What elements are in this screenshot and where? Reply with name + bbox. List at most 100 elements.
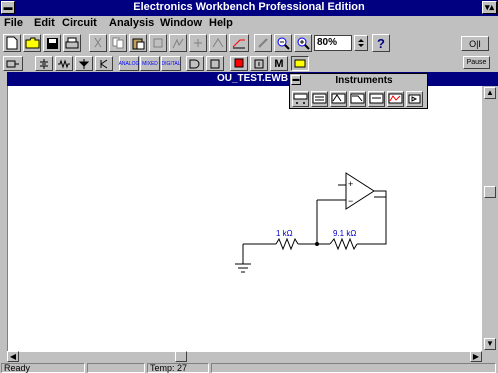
opamp-output-wire [374, 190, 387, 197]
probe-icon [258, 38, 268, 48]
resistor-r1 [275, 237, 299, 251]
sources-bin-button[interactable] [35, 56, 53, 71]
main-toolbar: 80% ? O|I [0, 30, 498, 56]
resistor-icon [58, 58, 70, 69]
menu-window[interactable]: Window [160, 17, 202, 29]
new-file-button[interactable] [3, 34, 21, 52]
rotate-button[interactable] [189, 34, 207, 52]
zoom-out-button[interactable] [274, 34, 292, 52]
indicator-icon [234, 58, 244, 67]
custom-parts-button[interactable] [3, 56, 23, 71]
logic-converter-icon [408, 94, 421, 104]
menu-edit[interactable]: Edit [34, 17, 55, 29]
menu-help[interactable]: Help [209, 17, 233, 29]
mixed-ics-label: MIXED [142, 60, 158, 67]
instruments-palette-title: Instruments [335, 75, 393, 86]
menu-analysis[interactable]: Analysis [109, 17, 154, 29]
graph-icon [172, 38, 184, 49]
new-file-icon [6, 36, 18, 50]
junction-node [315, 242, 319, 246]
oscilloscope-instrument-button[interactable] [330, 91, 347, 107]
word-generator-instrument-button[interactable] [368, 91, 385, 107]
zoom-in-icon [297, 37, 310, 50]
scroll-left-arrow-icon[interactable]: ◀ [7, 351, 19, 362]
transistors-bin-button[interactable] [95, 56, 113, 71]
zoom-level-field[interactable]: 80% [314, 35, 352, 51]
function-generator-instrument-button[interactable] [311, 91, 328, 107]
word-generator-icon [369, 93, 384, 104]
resistor-r1-label: 1 kΩ [276, 229, 293, 238]
temperature-readout: Temp: 27 [147, 363, 209, 373]
function-generator-icon [312, 93, 327, 104]
status-text: Ready [1, 363, 85, 373]
multimeter-icon [293, 93, 308, 104]
scroll-right-arrow-icon[interactable]: ▶ [470, 351, 482, 362]
component-properties-button[interactable] [254, 34, 272, 52]
print-button[interactable] [63, 34, 81, 52]
copy-button[interactable] [109, 34, 127, 52]
pause-button[interactable]: Pause [463, 56, 490, 69]
flip-flop-icon [210, 59, 220, 68]
scissors-icon [94, 37, 102, 48]
transistor-icon [100, 59, 108, 68]
controls-bin-button[interactable] [250, 56, 268, 71]
cut-button[interactable] [89, 34, 107, 52]
indicators-bin-button[interactable] [230, 56, 248, 71]
feedback-wire [357, 196, 387, 245]
digital-bin-button[interactable] [206, 56, 224, 71]
status-bar: Ready Temp: 27 [0, 362, 498, 373]
mixed-ics-bin-button[interactable]: MIXED [140, 56, 160, 71]
logic-analyzer-instrument-button[interactable] [387, 91, 404, 107]
digital-ics-bin-button[interactable]: DIGITAL [161, 56, 181, 71]
analog-ics-bin-button[interactable]: ANALOG [119, 56, 139, 71]
logic-gate-icon [189, 59, 200, 68]
logic-gates-bin-button[interactable] [186, 56, 204, 71]
help-button[interactable]: ? [372, 34, 390, 52]
save-button[interactable] [43, 34, 61, 52]
horizontal-scrollbar[interactable]: ◀ ▶ [7, 351, 482, 362]
zoom-out-icon [277, 37, 290, 50]
scroll-up-arrow-icon[interactable]: ▲ [484, 87, 496, 99]
logic-converter-instrument-button[interactable] [406, 91, 423, 107]
paste-button[interactable] [129, 34, 147, 52]
scroll-down-arrow-icon[interactable]: ▼ [484, 338, 496, 350]
battery-icon [40, 58, 48, 69]
analog-ics-label: ANALOG [118, 60, 140, 67]
diodes-bin-button[interactable] [75, 56, 93, 71]
logic-analyzer-icon [388, 93, 403, 104]
power-switch-button[interactable]: O|I [461, 36, 489, 51]
opamp-plus-sign: + [348, 179, 353, 189]
bode-plotter-instrument-button[interactable] [349, 91, 366, 107]
zoom-in-button[interactable] [294, 34, 312, 52]
floppy-disk-icon [46, 37, 58, 49]
flip-vertical-button[interactable] [229, 34, 249, 52]
folder-icon [25, 37, 39, 49]
circuit-canvas[interactable]: + − 1 kΩ 9.1 kΩ [7, 86, 482, 352]
copy-icon [112, 37, 124, 49]
menu-file[interactable]: File [4, 17, 23, 29]
minimize-maximize-icon[interactable]: ▾▴ [482, 1, 497, 14]
instruments-bin-button[interactable] [291, 56, 309, 71]
zoom-dropdown-button[interactable] [354, 35, 368, 51]
status-message-field [211, 363, 496, 373]
instruments-icon [294, 59, 306, 67]
parts-bin-toolbar: ANALOG MIXED DIGITAL M Pause [0, 56, 498, 72]
menu-circuit[interactable]: Circuit [62, 17, 97, 29]
multimeter-instrument-button[interactable] [292, 91, 309, 107]
custom-parts-icon [6, 60, 19, 67]
miscellaneous-bin-button[interactable]: M [270, 56, 288, 71]
vertical-scrollbar[interactable]: ▲ ▼ [482, 86, 498, 352]
flip-horizontal-button[interactable] [209, 34, 227, 52]
flip-vertical-icon [232, 39, 245, 49]
open-file-button[interactable] [23, 34, 41, 52]
vertical-scroll-thumb[interactable] [484, 186, 496, 198]
palette-system-menu-icon[interactable]: ▬ [291, 75, 301, 85]
controls-icon [254, 59, 264, 68]
graph-button[interactable] [169, 34, 187, 52]
circuit-schematic: + − 1 kΩ 9.1 kΩ [235, 172, 387, 273]
subcircuit-icon [153, 38, 163, 48]
basic-bin-button[interactable] [55, 56, 73, 71]
horizontal-scroll-thumb[interactable] [175, 351, 187, 362]
status-empty-field [87, 363, 145, 373]
subcircuit-button[interactable] [149, 34, 167, 52]
